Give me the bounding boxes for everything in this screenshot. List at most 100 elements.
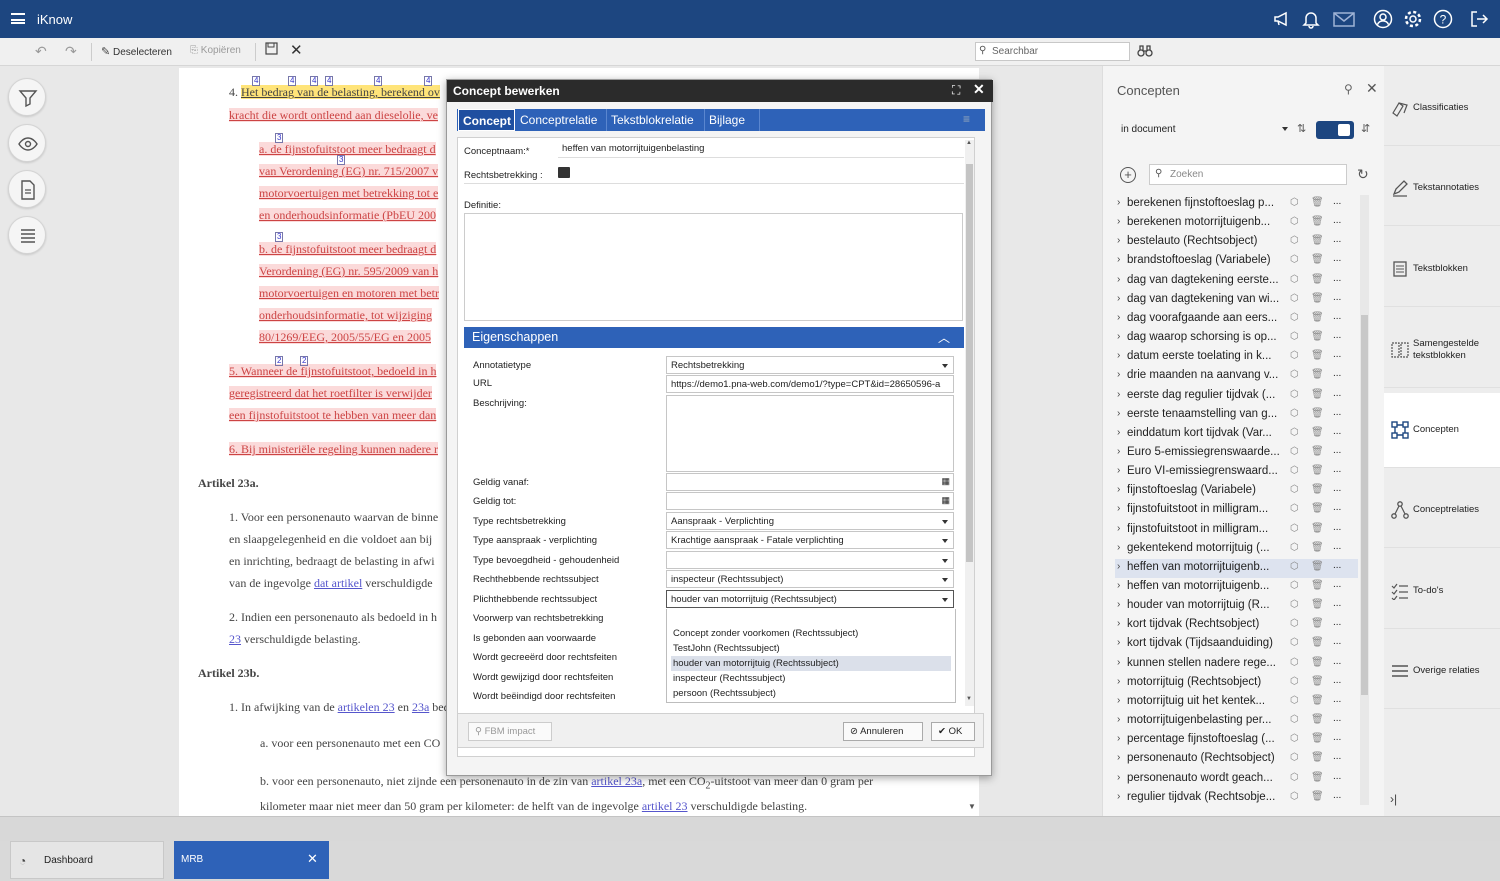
more-icon[interactable]: ... bbox=[1333, 330, 1341, 341]
article-link[interactable]: artikel 23 bbox=[642, 799, 688, 813]
trash-icon[interactable]: 🗑 bbox=[1311, 235, 1324, 246]
concept-list-item[interactable]: › houder van motorrijtuig (R... ⬡ 🗑... bbox=[1115, 597, 1358, 616]
expand-chevron-icon[interactable]: › bbox=[1117, 503, 1120, 514]
beschrijving-textarea[interactable] bbox=[666, 395, 954, 472]
concept-list-item[interactable]: › einddatum kort tijdvak (Var... ⬡ 🗑... bbox=[1115, 425, 1358, 444]
tag-icon[interactable]: ⬡ bbox=[1290, 752, 1299, 763]
tab-dashboard[interactable]: ◔ Dashboard bbox=[10, 841, 164, 879]
doc-line[interactable]: motorvoertuigen en motoren met betr bbox=[259, 286, 439, 300]
article-link[interactable]: 23 bbox=[229, 632, 241, 646]
trash-icon[interactable]: 🗑 bbox=[1311, 331, 1324, 342]
expand-chevron-icon[interactable]: › bbox=[1117, 350, 1120, 361]
expand-chevron-icon[interactable]: › bbox=[1117, 561, 1120, 572]
expand-chevron-icon[interactable]: › bbox=[1117, 618, 1120, 629]
more-icon[interactable]: ... bbox=[1333, 311, 1341, 322]
concept-search-input[interactable]: ⚲ Zoeken bbox=[1149, 164, 1347, 185]
dialog-close-icon[interactable]: ✕ bbox=[973, 81, 985, 98]
tag-icon[interactable]: ⬡ bbox=[1290, 503, 1299, 514]
tag-icon[interactable]: ⬡ bbox=[1290, 484, 1299, 495]
trash-icon[interactable]: 🗑 bbox=[1311, 254, 1324, 265]
expand-chevron-icon[interactable]: › bbox=[1117, 465, 1120, 476]
doc-line[interactable]: een fijnstofuitstoot te hebben van meer … bbox=[229, 408, 437, 422]
more-icon[interactable]: ... bbox=[1333, 464, 1341, 475]
expand-chevron-icon[interactable]: › bbox=[1117, 197, 1120, 208]
help-icon[interactable]: ? bbox=[1433, 9, 1453, 29]
expand-chevron-icon[interactable]: › bbox=[1117, 752, 1120, 763]
tag-icon[interactable]: ⬡ bbox=[1290, 599, 1299, 610]
more-icon[interactable]: ... bbox=[1333, 234, 1341, 245]
copy-button[interactable]: ⎘ Kopiëren bbox=[190, 45, 241, 56]
geldig-tot-input[interactable]: ▦ bbox=[666, 492, 954, 510]
logout-icon[interactable] bbox=[1469, 9, 1489, 29]
tab-tekstblokrelatie[interactable]: Tekstblokrelatie bbox=[607, 109, 705, 131]
dropdown-option[interactable]: Concept zonder voorkomen (Rechtssubject) bbox=[671, 626, 951, 641]
collapse-panel-icon[interactable]: ›| bbox=[1390, 792, 1397, 806]
expand-chevron-icon[interactable]: › bbox=[1117, 523, 1120, 534]
trash-icon[interactable]: 🗑 bbox=[1311, 274, 1324, 285]
doc-line[interactable]: b. de fijnstofuitstoot meer bedraagt d bbox=[259, 242, 437, 256]
annotation-marker[interactable]: 4 bbox=[310, 76, 319, 86]
doc-line[interactable]: kracht die wordt ontleend aan dieselolie… bbox=[229, 108, 438, 122]
trash-icon[interactable]: 🗑 bbox=[1311, 369, 1324, 380]
expand-chevron-icon[interactable]: › bbox=[1117, 542, 1120, 553]
annotation-marker[interactable]: 4 bbox=[288, 76, 297, 86]
concept-list-item[interactable]: › brandstoftoeslag (Variabele) ⬡ 🗑... bbox=[1115, 252, 1358, 271]
panel-close-icon[interactable]: ✕ bbox=[1366, 80, 1378, 97]
cancel-button[interactable]: ⊘ Annuleren bbox=[843, 722, 923, 741]
trash-icon[interactable]: 🗑 bbox=[1311, 503, 1324, 514]
ok-button[interactable]: ✔ OK bbox=[931, 722, 975, 741]
trash-icon[interactable]: 🗑 bbox=[1311, 676, 1324, 687]
calendar-icon[interactable]: ▦ bbox=[941, 476, 950, 487]
annotation-marker[interactable]: 2 bbox=[275, 356, 284, 366]
annotation-marker[interactable]: 4 bbox=[424, 76, 433, 86]
expand-chevron-icon[interactable]: › bbox=[1117, 695, 1120, 706]
tag-icon[interactable]: ⬡ bbox=[1290, 408, 1299, 419]
sort-alpha-icon[interactable]: ⇵ bbox=[1361, 122, 1370, 135]
redo-icon[interactable]: ↷ bbox=[65, 43, 77, 60]
dropdown-option-selected[interactable]: houder van motorrijtuig (Rechtssubject) bbox=[671, 656, 951, 671]
doc-line[interactable]: 5. Wanneer de fijnstofuitstoot, bedoeld … bbox=[229, 364, 437, 378]
more-icon[interactable]: ... bbox=[1333, 368, 1341, 379]
tabs-menu-icon[interactable]: ≡ bbox=[963, 112, 970, 126]
doc-line[interactable]: onderhoudsinformatie, tot wijziging bbox=[259, 308, 432, 322]
doc-line[interactable]: a. de fijnstofuitstoot meer bedraagt d bbox=[259, 142, 436, 156]
more-icon[interactable]: ... bbox=[1333, 751, 1341, 762]
searchbar-input[interactable]: ⚲ Searchbar bbox=[975, 42, 1130, 61]
dropdown-option[interactable]: inspecteur (Rechtssubject) bbox=[671, 671, 951, 686]
annotation-marker[interactable]: 4 bbox=[374, 76, 383, 86]
concept-list-item[interactable]: › Euro 5-emissiegrenswaarde... ⬡ 🗑... bbox=[1115, 444, 1358, 463]
concept-list-item[interactable]: › personenauto (Rechtsobject) ⬡ 🗑... bbox=[1115, 750, 1358, 769]
annotation-marker[interactable]: 4 bbox=[252, 76, 261, 86]
concept-list-item[interactable]: › regulier tijdvak (Rechtsobje... ⬡ 🗑... bbox=[1115, 789, 1358, 808]
tag-icon[interactable]: ⬡ bbox=[1290, 331, 1299, 342]
doc-line[interactable]: Verordening (EG) nr. 595/2009 van h bbox=[259, 264, 439, 278]
type-av-select[interactable]: Krachtige aanspraak - Fatale verplichtin… bbox=[666, 531, 954, 549]
concept-list-item[interactable]: › heffen van motorrijtuigenb... ⬡ 🗑... bbox=[1115, 558, 1358, 578]
concept-list-item[interactable]: › fijnstofuitstoot in milligram... ⬡ 🗑... bbox=[1115, 521, 1358, 540]
tag-icon[interactable]: ⬡ bbox=[1290, 791, 1299, 802]
concept-list-item[interactable]: › berekenen fijnstoftoeslag p... ⬡ 🗑... bbox=[1115, 195, 1358, 214]
nav-concept-relations[interactable]: Conceptrelaties bbox=[1384, 473, 1500, 548]
trash-icon[interactable]: 🗑 bbox=[1311, 197, 1324, 208]
concept-list-item[interactable]: › drie maanden na aanvang v... ⬡ 🗑... bbox=[1115, 367, 1358, 386]
concept-list-item[interactable]: › eerste tenaamstelling van g... ⬡ 🗑... bbox=[1115, 406, 1358, 425]
tag-icon[interactable]: ⬡ bbox=[1290, 254, 1299, 265]
annotatietype-select[interactable]: Rechtsbetrekking bbox=[666, 356, 954, 374]
expand-chevron-icon[interactable]: › bbox=[1117, 235, 1120, 246]
plichthebbende-select[interactable]: houder van motorrijtuig (Rechtssubject) bbox=[666, 590, 954, 608]
trash-icon[interactable]: 🗑 bbox=[1311, 791, 1324, 802]
more-icon[interactable]: ... bbox=[1333, 771, 1341, 782]
fbm-impact-button[interactable]: ⚲ FBM impact bbox=[468, 722, 552, 741]
collapse-icon[interactable]: ︿ bbox=[938, 329, 950, 346]
calendar-icon[interactable]: ▦ bbox=[941, 495, 950, 506]
expand-chevron-icon[interactable]: › bbox=[1117, 389, 1120, 400]
scroll-down-icon[interactable]: ▼ bbox=[966, 696, 972, 702]
trash-icon[interactable]: 🗑 bbox=[1311, 523, 1324, 534]
tag-icon[interactable]: ⬡ bbox=[1290, 235, 1299, 246]
tag-icon[interactable]: ⬡ bbox=[1290, 637, 1299, 648]
tag-icon[interactable]: ⬡ bbox=[1290, 542, 1299, 553]
expand-chevron-icon[interactable]: › bbox=[1117, 427, 1120, 438]
expand-chevron-icon[interactable]: › bbox=[1117, 312, 1120, 323]
document-button[interactable] bbox=[8, 170, 46, 208]
more-icon[interactable]: ... bbox=[1333, 598, 1341, 609]
